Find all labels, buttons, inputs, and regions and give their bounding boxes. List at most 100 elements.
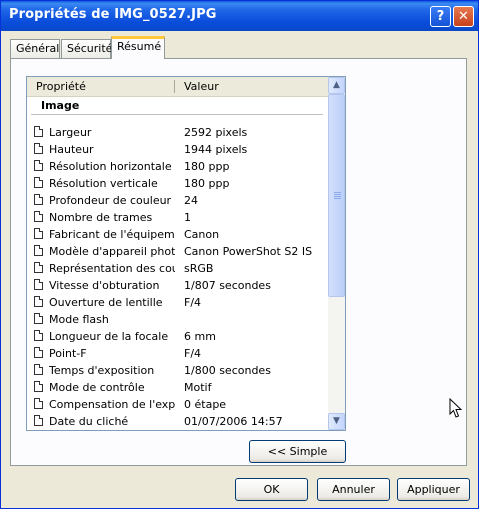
property-name: Vitesse d'obturation (49, 279, 160, 292)
property-value: sRGB (184, 262, 214, 275)
document-icon (34, 296, 43, 307)
property-value: 1/807 secondes (184, 279, 271, 292)
thumb-grip (334, 196, 341, 197)
cancel-button[interactable]: Annuler (317, 478, 390, 501)
document-icon (34, 415, 43, 426)
list-item[interactable]: Temps d'exposition 1/800 secondes (27, 362, 327, 379)
document-icon (34, 330, 43, 341)
property-name: Largeur (49, 126, 92, 139)
property-name: Représentation des cou... (49, 262, 175, 275)
property-value: 1 (184, 211, 191, 224)
tab-security-label: Sécurité (67, 42, 113, 55)
ok-button[interactable]: OK (235, 478, 308, 501)
scroll-down-button[interactable]: ▼ (328, 413, 345, 430)
document-icon (34, 364, 43, 375)
document-icon (34, 347, 43, 358)
property-value: 1/800 secondes (184, 364, 271, 377)
property-name: Ouverture de lentille (49, 296, 163, 309)
list-item[interactable]: Date du cliché 01/07/2006 14:57 (27, 413, 327, 430)
property-value: F/4 (184, 296, 202, 309)
property-list[interactable]: Propriété Valeur Image Largeur 2592 pixel… (26, 76, 346, 431)
property-name: Nombre de trames (49, 211, 153, 224)
property-name: Résolution horizontale (49, 160, 172, 173)
document-icon (34, 194, 43, 205)
list-item[interactable]: Hauteur 1944 pixels (27, 141, 327, 158)
help-button[interactable]: ? (430, 6, 451, 27)
document-icon (34, 211, 43, 222)
list-item[interactable]: Profondeur de couleur 24 (27, 192, 327, 209)
property-value: 6 mm (184, 330, 216, 343)
document-icon (34, 245, 43, 256)
list-item[interactable]: Représentation des cou... sRGB (27, 260, 327, 277)
list-header: Propriété Valeur (27, 77, 328, 97)
property-name: Mode de contrôle (49, 381, 145, 394)
tab-summary-label: Résumé (117, 40, 162, 53)
document-icon (34, 398, 43, 409)
document-icon (34, 143, 43, 154)
tab-summary[interactable]: Résumé (111, 36, 165, 59)
thumb-grip (334, 198, 341, 199)
list-item[interactable]: Fabricant de l'équipement Canon (27, 226, 327, 243)
list-item[interactable]: Nombre de trames 1 (27, 209, 327, 226)
list-item[interactable]: Mode de contrôle Motif (27, 379, 327, 396)
column-separator[interactable] (174, 80, 175, 93)
scroll-up-button[interactable]: ▲ (328, 77, 345, 94)
vertical-scrollbar[interactable]: ▲ ▼ (328, 77, 345, 430)
property-name: Date du cliché (49, 415, 129, 428)
property-value: 2592 pixels (184, 126, 248, 139)
list-item[interactable]: Modèle d'appareil photo Canon PowerShot S… (27, 243, 327, 260)
property-value: Motif (184, 381, 212, 394)
list-item[interactable]: Mode flash (27, 311, 327, 328)
list-item[interactable]: Résolution verticale 180 ppp (27, 175, 327, 192)
document-icon (34, 177, 43, 188)
list-item[interactable]: Compensation de l'expo... 0 étape (27, 396, 327, 413)
scroll-thumb[interactable] (328, 94, 345, 297)
property-name: Temps d'exposition (49, 364, 155, 377)
close-button[interactable]: ✕ (453, 6, 474, 27)
property-name: Point-F (49, 347, 87, 360)
document-icon (34, 262, 43, 273)
property-name: Résolution verticale (49, 177, 158, 190)
property-name: Hauteur (49, 143, 94, 156)
column-header-value[interactable]: Valeur (184, 80, 219, 93)
document-icon (34, 126, 43, 137)
thumb-grip (334, 192, 341, 193)
thumb-grip (334, 194, 341, 195)
list-item[interactable]: Point-F F/4 (27, 345, 327, 362)
property-value: 0 étape (184, 398, 227, 411)
document-icon (34, 279, 43, 290)
document-icon (34, 228, 43, 239)
group-title: Image (41, 99, 80, 112)
mouse-cursor-icon (449, 398, 463, 418)
tab-general-label: Général (16, 42, 60, 55)
list-item[interactable]: Longueur de la focale 6 mm (27, 328, 327, 345)
property-name: Profondeur de couleur (49, 194, 172, 207)
property-name: Compensation de l'expo... (49, 398, 175, 411)
column-header-property[interactable]: Propriété (36, 80, 86, 93)
simple-button[interactable]: << Simple (249, 440, 346, 463)
property-value: 01/07/2006 14:57 (184, 415, 283, 428)
properties-dialog: Propriétés de IMG_0527.JPG ? ✕ Général S… (0, 0, 479, 509)
list-item[interactable]: Résolution horizontale 180 ppp (27, 158, 327, 175)
document-icon (34, 313, 43, 324)
property-name: Longueur de la focale (49, 330, 169, 343)
property-value: Canon PowerShot S2 IS (184, 245, 313, 258)
title-bar[interactable]: Propriétés de IMG_0527.JPG ? ✕ (1, 1, 478, 31)
property-name: Modèle d'appareil photo (49, 245, 175, 258)
window-title: Propriétés de IMG_0527.JPG (9, 7, 217, 22)
tab-security[interactable]: Sécurité (61, 39, 113, 59)
property-value: Canon (184, 228, 220, 241)
property-value: F/4 (184, 347, 202, 360)
property-name: Mode flash (49, 313, 109, 326)
property-value: 180 ppp (184, 160, 230, 173)
tab-general[interactable]: Général (10, 39, 60, 59)
property-value: 180 ppp (184, 177, 230, 190)
list-item[interactable]: Vitesse d'obturation 1/807 secondes (27, 277, 327, 294)
document-icon (34, 381, 43, 392)
property-value: 1944 pixels (184, 143, 248, 156)
apply-button[interactable]: Appliquer (397, 478, 470, 501)
list-item[interactable]: Ouverture de lentille F/4 (27, 294, 327, 311)
group-divider (31, 114, 323, 115)
property-name: Fabricant de l'équipement (49, 228, 175, 241)
list-item[interactable]: Largeur 2592 pixels (27, 124, 327, 141)
